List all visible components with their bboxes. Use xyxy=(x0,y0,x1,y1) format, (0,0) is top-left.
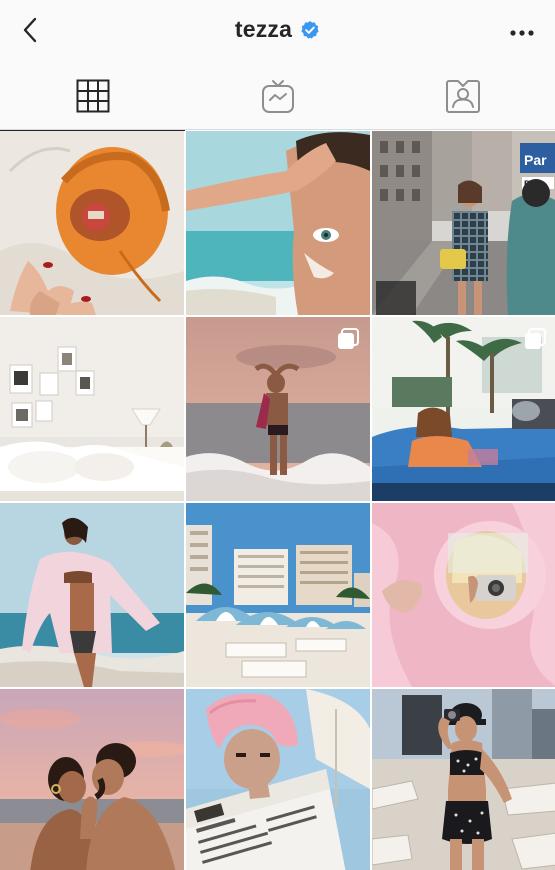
tagged-person-icon xyxy=(445,80,480,113)
profile-tabs xyxy=(0,62,555,131)
post-image xyxy=(0,317,184,501)
post-image xyxy=(0,131,184,315)
post-thumbnail-city-street[interactable]: Par Park xyxy=(372,131,555,315)
igtv-icon xyxy=(261,80,294,113)
profile-header: tezza xyxy=(0,0,555,62)
post-image xyxy=(0,503,184,687)
post-thumbnail-beach-camera[interactable] xyxy=(372,689,555,870)
tab-posts-grid[interactable] xyxy=(0,62,185,131)
post-thumbnail-sunset-waves[interactable] xyxy=(186,317,370,501)
post-thumbnail-beach-shirt[interactable] xyxy=(0,503,184,687)
post-thumbnail-beach-face[interactable] xyxy=(186,131,370,315)
post-thumbnail-orange-bag[interactable] xyxy=(0,131,184,315)
more-dots-icon xyxy=(510,30,534,36)
title-group: tezza xyxy=(0,16,555,43)
posts-grid: Par Park xyxy=(0,131,555,870)
carousel-multiple-icon xyxy=(525,328,546,349)
post-image xyxy=(186,131,370,315)
grid-icon xyxy=(76,79,109,113)
post-image xyxy=(186,503,370,687)
post-thumbnail-bedroom[interactable] xyxy=(0,317,184,501)
post-image xyxy=(372,503,555,687)
post-thumbnail-camera-mirror[interactable] xyxy=(372,503,555,687)
post-image: Par Park xyxy=(372,131,555,315)
tab-igtv[interactable] xyxy=(185,62,370,130)
profile-username: tezza xyxy=(234,16,293,42)
post-thumbnail-towel-newspaper[interactable] xyxy=(186,689,370,870)
post-image xyxy=(372,689,555,870)
carousel-multiple-icon xyxy=(338,328,359,349)
tab-tagged[interactable] xyxy=(370,62,555,130)
post-image xyxy=(0,689,184,870)
post-thumbnail-couple-sunset[interactable] xyxy=(0,689,184,870)
svg-text:Par: Par xyxy=(524,152,547,168)
more-options-button[interactable] xyxy=(507,18,537,48)
verified-badge-icon xyxy=(300,20,320,40)
post-image xyxy=(186,689,370,870)
post-thumbnail-beach-umbrellas[interactable] xyxy=(186,503,370,687)
post-thumbnail-convertible[interactable] xyxy=(372,317,555,501)
